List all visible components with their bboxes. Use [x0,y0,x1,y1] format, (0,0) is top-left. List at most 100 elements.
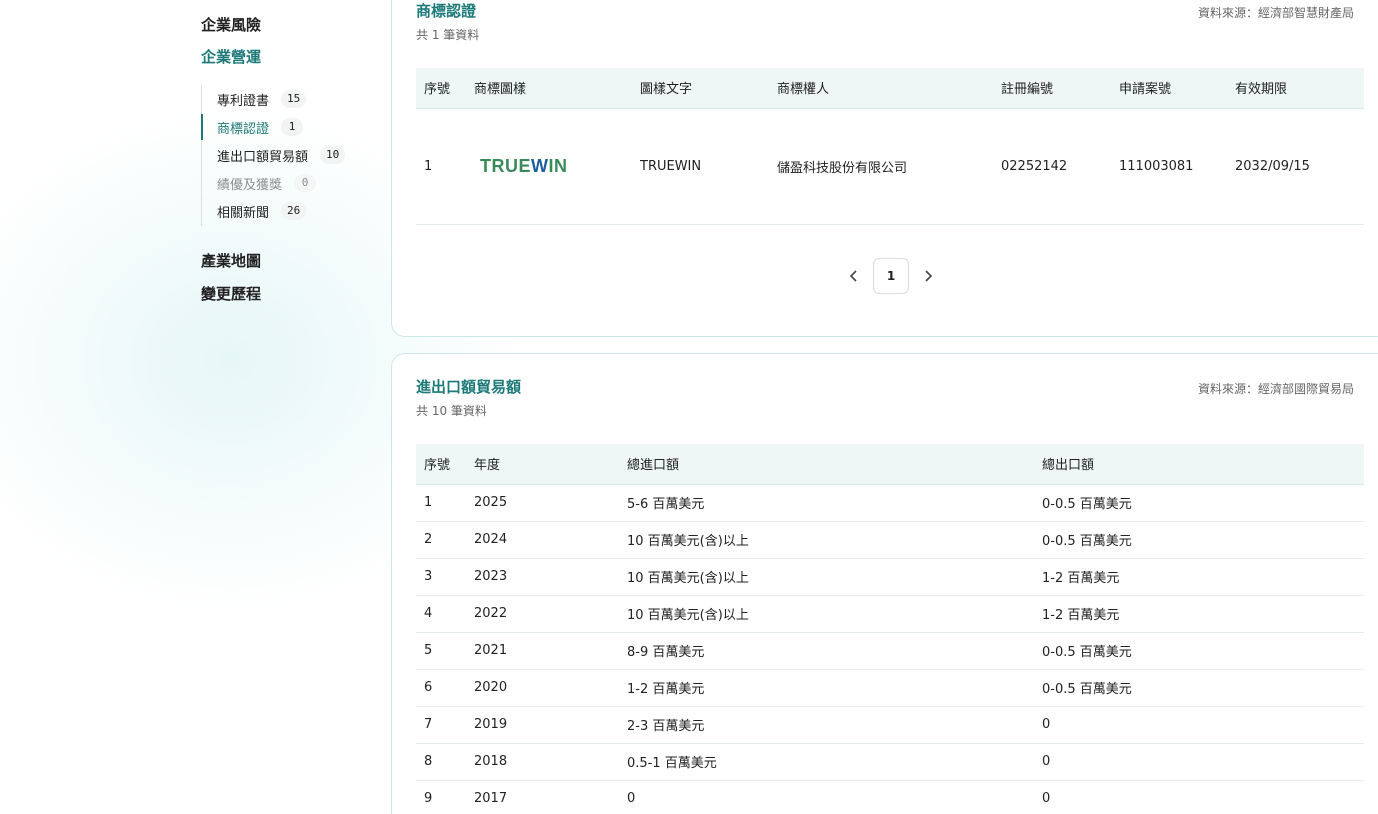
cell-export: 1-2 百萬美元 [1034,558,1364,596]
table-header-row: 序號 年度 總進口額 總出口額 [416,444,1364,485]
subnav-item-patents[interactable]: 專利證書 15 [202,86,372,112]
count-badge: 1 [281,118,304,136]
cell-no: 6 [416,669,466,707]
subnav-item-trademarks[interactable]: 商標認證 1 [201,114,371,140]
cell-no: 4 [416,595,466,633]
cell-export: 1-2 百萬美元 [1034,595,1364,633]
truewin-logo-image: TRUEWIN [480,155,568,176]
table-row: 8 2018 0.5-1 百萬美元 0 [416,743,1364,781]
cell-export: 0-0.5 百萬美元 [1034,632,1364,670]
col-header: 年度 [466,444,619,485]
table-header-row: 序號 商標圖樣 圖樣文字 商標權人 註冊編號 申請案號 有效期限 [416,68,1364,109]
col-header: 申請案號 [1111,68,1227,109]
cell-no: 7 [416,706,466,744]
table-row: 7 2019 2-3 百萬美元 0 [416,706,1364,744]
cell-import: 0.5-1 百萬美元 [619,743,1034,781]
cell-logo: TRUEWIN [466,108,632,225]
cell-no: 1 [416,108,466,225]
cell-no: 9 [416,780,466,814]
page-button-current[interactable]: 1 [873,258,909,294]
cell-year: 2018 [466,743,619,781]
nav-enterprise-operations[interactable]: 企業營運 [201,46,261,67]
sidebar: 企業風險 企業營運 專利證書 15 商標認證 1 進出口額貿易額 10 績優及獲… [0,0,390,814]
pagination: 1 [392,258,1378,294]
count-badge: 15 [281,90,307,108]
cell-expiry: 2032/09/15 [1227,108,1364,225]
col-header: 總出口額 [1034,444,1364,485]
table-row: 3 2023 10 百萬美元(含)以上 1-2 百萬美元 [416,558,1364,596]
cell-no: 5 [416,632,466,670]
subnav-item-label: 相關新聞 [217,205,270,221]
cell-owner: 儲盈科技股份有限公司 [769,108,993,225]
chevron-right-icon[interactable] [917,265,939,287]
cell-year: 2021 [466,632,619,670]
nav-enterprise-risk[interactable]: 企業風險 [201,14,261,35]
cell-export: 0 [1034,743,1364,781]
cell-import: 10 百萬美元(含)以上 [619,558,1034,596]
cell-no: 3 [416,558,466,596]
col-header: 商標圖樣 [466,68,632,109]
table-row: 4 2022 10 百萬美元(含)以上 1-2 百萬美元 [416,595,1364,633]
nav-change-history[interactable]: 變更歷程 [201,283,261,304]
trademark-count: 共 1 筆資料 [416,28,480,42]
trade-count: 共 10 筆資料 [416,404,487,418]
cell-export: 0 [1034,780,1364,814]
trademark-table: 序號 商標圖樣 圖樣文字 商標權人 註冊編號 申請案號 有效期限 1 TRUEW… [416,68,1364,225]
cell-no: 1 [416,484,466,522]
col-header: 總進口額 [619,444,1034,485]
col-header: 序號 [416,444,466,485]
count-badge: 0 [294,174,317,192]
subnav-item-label: 績優及獲獎 [217,177,283,193]
subnav-item-trade[interactable]: 進出口額貿易額 10 [202,142,372,168]
cell-year: 2020 [466,669,619,707]
trademark-source: 資料來源：經濟部智慧財產局 [1197,6,1354,20]
count-badge: 10 [320,146,346,164]
cell-year: 2024 [466,521,619,559]
cell-year: 2023 [466,558,619,596]
cell-year: 2022 [466,595,619,633]
col-header: 圖樣文字 [632,68,769,109]
cell-no: 8 [416,743,466,781]
trademark-title: 商標認證 [416,2,477,20]
chevron-left-icon[interactable] [843,265,865,287]
trade-card: 進出口額貿易額 共 10 筆資料 資料來源：經濟部國際貿易局 序號 年度 總進口… [391,353,1378,814]
cell-export: 0-0.5 百萬美元 [1034,484,1364,522]
col-header: 商標權人 [769,68,993,109]
subnav-item-label: 進出口額貿易額 [217,149,309,165]
cell-export: 0 [1034,706,1364,744]
cell-reg-no: 02252142 [993,108,1111,225]
subnav-operations: 專利證書 15 商標認證 1 進出口額貿易額 10 績優及獲獎 0 相關新聞 2… [201,85,371,226]
subnav-item-news[interactable]: 相關新聞 26 [202,198,372,224]
col-header: 有效期限 [1227,68,1364,109]
trademark-card: 商標認證 共 1 筆資料 資料來源：經濟部智慧財產局 序號 商標圖樣 圖樣文字 … [391,0,1378,337]
cell-year: 2019 [466,706,619,744]
count-badge: 26 [281,202,307,220]
cell-import: 1-2 百萬美元 [619,669,1034,707]
subnav-item-label: 專利證書 [217,93,270,109]
cell-import: 10 百萬美元(含)以上 [619,595,1034,633]
cell-import: 8-9 百萬美元 [619,632,1034,670]
cell-export: 0-0.5 百萬美元 [1034,669,1364,707]
table-row: 1 TRUEWIN TRUEWIN 儲盈科技股份有限公司 02252142 11… [416,108,1364,225]
subnav-item-label: 商標認證 [217,121,270,137]
table-row: 1 2025 5-6 百萬美元 0-0.5 百萬美元 [416,484,1364,522]
table-row: 5 2021 8-9 百萬美元 0-0.5 百萬美元 [416,632,1364,670]
trade-table: 序號 年度 總進口額 總出口額 1 2025 5-6 百萬美元 0-0.5 百萬… [416,444,1364,814]
nav-industry-map[interactable]: 產業地圖 [201,250,261,271]
table-row: 9 2017 0 0 [416,780,1364,814]
col-header: 註冊編號 [993,68,1111,109]
col-header: 序號 [416,68,466,109]
cell-year: 2025 [466,484,619,522]
cell-import: 2-3 百萬美元 [619,706,1034,744]
subnav-item-awards[interactable]: 績優及獲獎 0 [202,170,372,196]
cell-app-no: 111003081 [1111,108,1227,225]
table-row: 2 2024 10 百萬美元(含)以上 0-0.5 百萬美元 [416,521,1364,559]
cell-no: 2 [416,521,466,559]
trade-title: 進出口額貿易額 [416,378,522,396]
cell-year: 2017 [466,780,619,814]
cell-export: 0-0.5 百萬美元 [1034,521,1364,559]
trade-source: 資料來源：經濟部國際貿易局 [1197,382,1354,396]
cell-text: TRUEWIN [632,108,769,225]
cell-import: 5-6 百萬美元 [619,484,1034,522]
cell-import: 0 [619,780,1034,814]
